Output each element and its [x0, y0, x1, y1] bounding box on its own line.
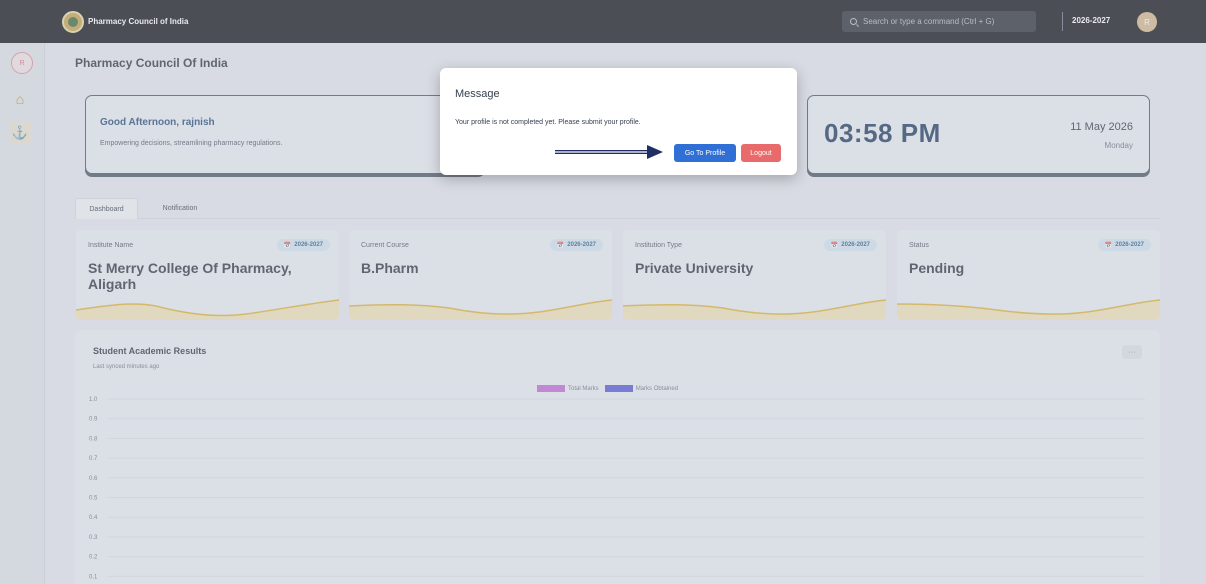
dialog-title: Message — [455, 88, 500, 100]
dialog-message: Your profile is not completed yet. Pleas… — [455, 119, 641, 126]
go-to-profile-button[interactable]: Go To Profile — [674, 144, 736, 162]
logout-button[interactable]: Logout — [741, 144, 781, 162]
arrow-right-icon — [555, 145, 663, 159]
